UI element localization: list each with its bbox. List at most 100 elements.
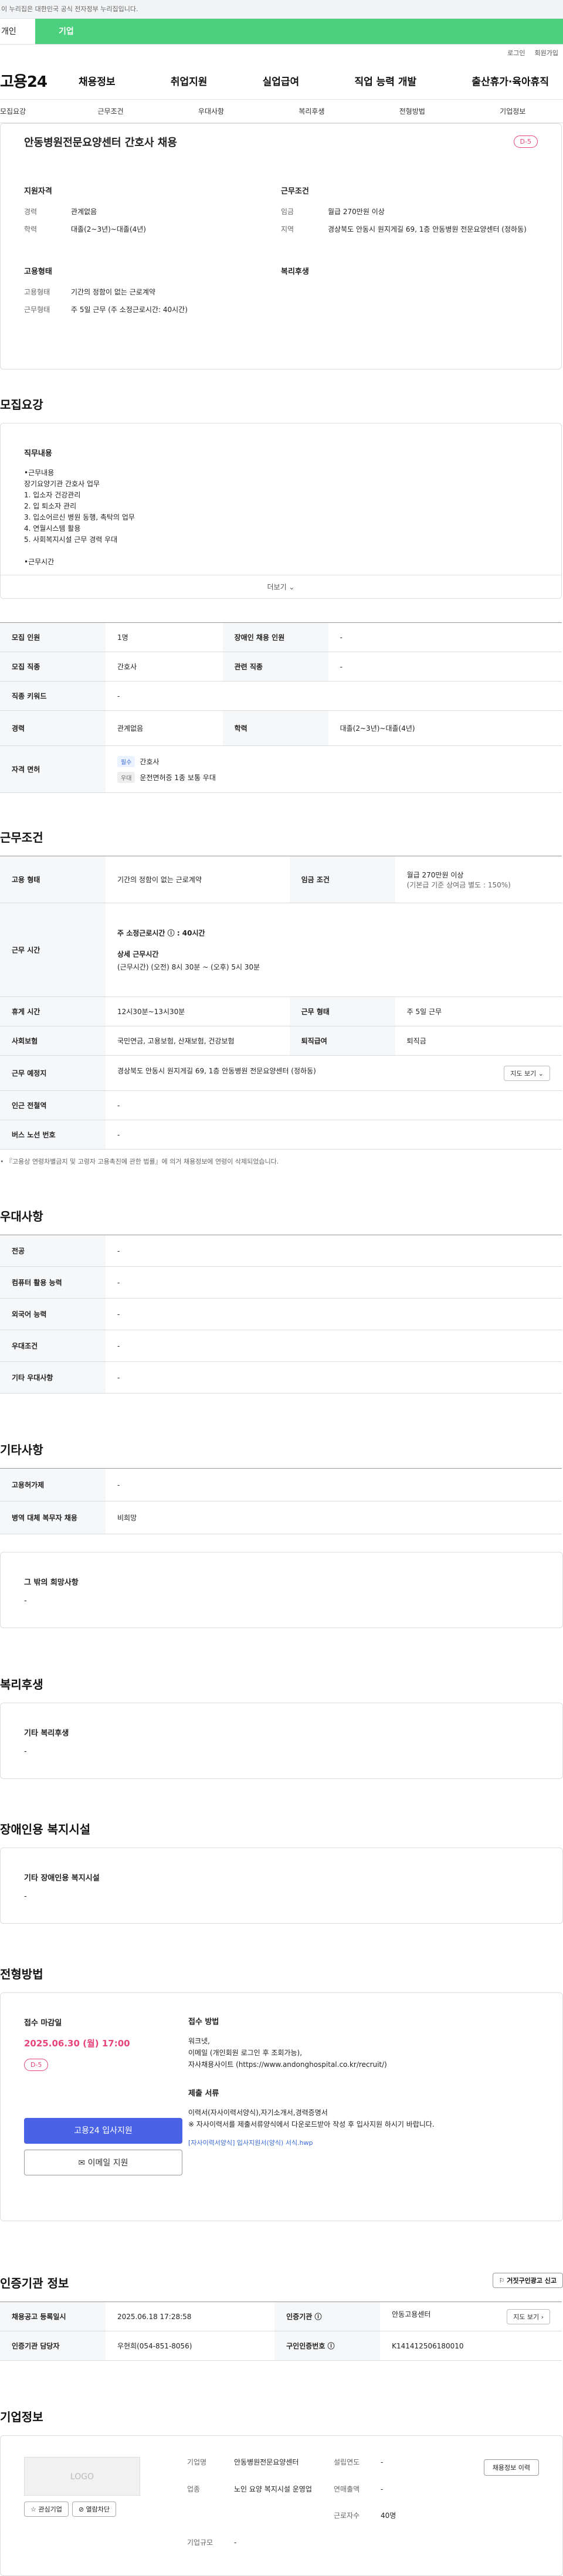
info-key [334,2537,381,2555]
info-value [381,2537,451,2555]
tab-personal[interactable]: 개인 [0,19,35,44]
info-value: 노인 요양 복지시설 운영업 [234,2485,312,2493]
info-key: 업종 [187,2485,201,2493]
docs-value: 이력서(자사이력서양식),자기소개서,경력증명서 ※ 자사이력서를 제출서류양식… [188,2109,435,2128]
anchor-preference[interactable]: 우대사항 [161,106,261,116]
anchor-recruit[interactable]: 모집요강 [0,106,60,116]
detail-hours: (근무시간) (오전) 8시 30분 ~ (오후) 5시 30분 [117,962,260,971]
apply-box: 접수 마감일 2025.06.30 (월) 17:00 D-5 고용24 입사지… [0,1992,563,2221]
disability-box: 기타 장애인용 복지시설 - [0,1848,563,1924]
anchor-selection[interactable]: 전형방법 [362,106,462,116]
info-value [234,2510,334,2528]
dday-badge: D-5 [513,135,538,148]
false-ad-report-button[interactable]: ⚐ 거짓구인광고 신고 [492,2273,563,2288]
email-apply-button[interactable]: ✉ 이메일 지원 [24,2150,182,2175]
gnb-employment-support[interactable]: 취업지원 [162,73,216,88]
info-key [187,2510,234,2528]
th: 기타 우대사항 [0,1361,106,1394]
th: 근무 형태 [289,996,395,1026]
deadline-dday-badge: D-5 [24,2059,49,2071]
anchor-welfare[interactable]: 복리후생 [262,106,362,116]
th: 직종 키워드 [0,681,106,711]
td: 주 소정근로시간 ⓘ : 40시간 상세 근무시간 (근무시간) (오전) 8시… [106,903,562,997]
welfare-value: - [24,1747,27,1756]
gnb-vocational-training[interactable]: 직업 능력 개발 [346,73,425,88]
job-title: 안동병원전문요양센터 간호사 채용 [24,137,177,149]
th: 병역 대체 복무자 채용 [0,1501,106,1534]
gnb-jobs[interactable]: 채용정보 [70,73,124,88]
emp-key: 근무형태 [24,306,50,314]
more-button[interactable]: 더보기 ⌄ [1,575,561,598]
resume-file-link[interactable]: [자사이력서양식] 입사지원서(양식) 서식.hwp [188,2137,539,2149]
site-logo[interactable]: 고용24 [0,70,70,91]
td: 안동고용센터 지도 보기 › [380,2302,562,2331]
vacancy-history-button[interactable]: 채용정보 이력 [483,2459,539,2476]
td: - [106,1266,562,1299]
th: 모집 직종 [0,652,106,682]
td: 2025.06.18 17:28:58 [106,2302,275,2331]
td: - [106,1090,562,1120]
company-logo: LOGO [24,2457,140,2496]
work-place: 경상북도 안동시 원지게길 69, 1층 안동병원 전문요양센터 (정하동) [117,1066,316,1075]
th: 고용 형태 [0,856,106,903]
td: 퇴직금 [395,1026,562,1056]
user-type-tabs: 개인 기업 [0,19,563,45]
th: 경력 [0,710,106,746]
gnb-parental-leave[interactable]: 출산휴가·육아휴직 [463,73,557,88]
th: 버스 노선 번호 [0,1120,106,1150]
login-link[interactable]: 로그인 [507,45,525,62]
cert-map-button[interactable]: 지도 보기 › [507,2309,550,2324]
td: 관계없음 [106,710,223,746]
th: 우대조건 [0,1330,106,1362]
info-key: 연매출액 [334,2485,360,2493]
wish-label: 그 밖의 희망사항 [24,1578,79,1587]
qualification-label: 지원자격 [24,187,52,196]
td: - [106,1361,562,1394]
emp-value: 기간의 정함이 없는 근로계약 [71,288,155,296]
info-value: 40명 [381,2511,396,2520]
info-value: - [234,2538,237,2547]
duty-text: •근무내용 장기요양기관 간호사 업무 1. 입소자 건강관리 2. 입 퇴소자… [24,469,135,566]
job-summary-card: 안동병원전문요양센터 간호사 채용 D-5 지원자격 경력 관계없음 학력 대졸(2… [0,123,562,370]
td: 비희망 [106,1501,562,1534]
detail-hours-label: 상세 근무시간 [117,950,159,958]
anchor-company[interactable]: 기업정보 [463,106,563,116]
gnb-unemployment-benefit[interactable]: 실업급여 [255,73,308,88]
anchor-work[interactable]: 근무조건 [60,106,161,116]
welfare-heading: 복리후생 [0,1677,43,1692]
age-note: • 『고용상 연령차별금지 및 고령자 고용촉진에 관한 법률』에 의거 채용정… [0,1158,279,1165]
td: 1명 [106,622,223,652]
disability-heading: 장애인용 복지시설 [0,1822,91,1836]
tab-company[interactable]: 기업 [35,19,563,44]
work-table: 고용 형태 기간의 정함이 없는 근로계약 임금 조건 월급 270만원 이상 (기본급… [0,856,562,1150]
cert-heading: 인증기관 정보 ⚐ 거짓구인광고 신고 [0,2273,563,2291]
work-heading: 근무조건 [0,831,43,845]
td: - [106,1468,562,1501]
qual-key: 경력 [24,208,38,216]
disability-value: - [24,1892,27,1901]
info-value: 안동병원전문요양센터 [234,2458,299,2466]
map-toggle-button[interactable]: 지도 보기 ⌄ [504,1065,550,1081]
apply-button[interactable]: 고용24 입사지원 [24,2118,182,2144]
favorite-company-button[interactable]: ☆ 관심기업 [24,2502,69,2517]
deadline-label: 접수 마감일 [24,2019,62,2028]
th: 학력 [222,710,328,746]
qual-value: 대졸(2~3년)~대졸(4년) [71,225,146,233]
th: 사회보험 [0,1026,106,1056]
td: 간호사 [106,652,223,682]
td: 12시30분~13시30분 [106,996,290,1026]
th: 근무 시간 [0,903,106,997]
th: 근무 예정지 [0,1055,106,1091]
method-label: 접수 방법 [188,2018,219,2026]
preference-table: 전공 - 컴퓨터 활용 능력 - 외국어 능력 - 우대조건 - 기타 우대사항 - [0,1235,562,1394]
td: 주 5일 근무 [395,996,562,1026]
required-license: 간호사 [140,757,160,766]
employment-type-label: 고용형태 [24,267,52,276]
th: 외국어 능력 [0,1298,106,1330]
signup-link[interactable]: 회원가입 [535,45,558,62]
recruit-table: 모집 인원 1명 장애인 채용 인원 - 모집 직종 간호사 관련 직종 - 직종 키워드 -… [0,622,562,793]
block-company-button[interactable]: ⊘ 열람차단 [72,2502,117,2517]
th: 모집 인원 [0,622,106,652]
company-info-grid: 기업명 안동병원전문요양센터 설립연도 - 업종 노인 요양 복지시설 운영업 연매출액 -… [187,2457,451,2554]
td: - [106,1330,562,1362]
